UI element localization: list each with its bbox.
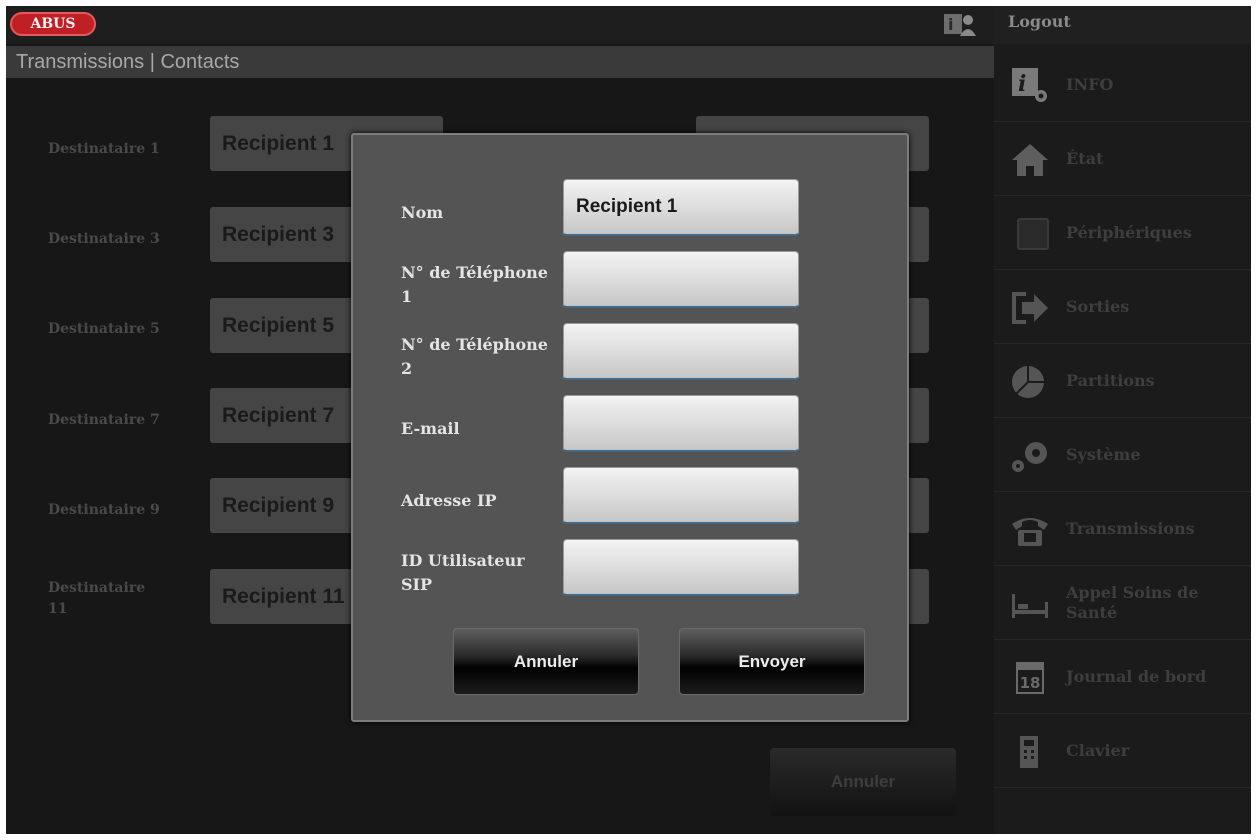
sidebar-item-label: Système xyxy=(1066,445,1141,464)
sidebar-item-info[interactable]: i INFO xyxy=(994,48,1251,122)
sidebar-item-label: Clavier xyxy=(1066,741,1130,760)
keypad-icon xyxy=(1020,736,1038,768)
recipient-label: Destinataire 9 xyxy=(48,502,160,518)
phone2-input[interactable] xyxy=(563,323,799,380)
calendar-day: 18 xyxy=(1020,674,1041,692)
ip-address-label: Adresse IP xyxy=(401,491,497,510)
send-button[interactable]: Envoyer xyxy=(679,628,865,695)
sidebar-item-sorties[interactable]: Sorties xyxy=(994,270,1251,344)
svg-text:i: i xyxy=(948,15,953,34)
sidebar-item-etat[interactable]: État xyxy=(994,122,1251,196)
sidebar-item-label: État xyxy=(1066,149,1104,168)
sip-user-id-input[interactable] xyxy=(563,539,799,596)
logout-button[interactable]: Logout xyxy=(994,6,1251,44)
sidebar-menu: i INFO État Périphériques Sorties Partit… xyxy=(994,44,1251,834)
email-input[interactable] xyxy=(563,395,799,452)
device-square-icon xyxy=(1017,218,1049,250)
name-label: Nom xyxy=(401,203,444,222)
abus-logo: ABUS xyxy=(10,12,96,36)
ip-address-input[interactable] xyxy=(563,467,799,524)
users-icon[interactable]: i xyxy=(944,12,978,36)
breadcrumb: Transmissions | Contacts xyxy=(6,46,994,78)
gears-icon xyxy=(1012,442,1047,472)
name-input[interactable] xyxy=(563,179,799,236)
partition-pie-icon xyxy=(1012,366,1044,398)
recipient-label: Destinataire 1 xyxy=(48,141,160,157)
recipient-label: Destinataire 7 xyxy=(48,412,160,428)
background-cancel-button[interactable]: Annuler xyxy=(770,748,956,816)
email-label: E-mail xyxy=(401,419,460,438)
sidebar-item-transmissions[interactable]: Transmissions xyxy=(994,492,1251,566)
recipient-label: Destinataire 5 xyxy=(48,321,160,337)
svg-text:i: i xyxy=(1018,71,1026,97)
sidebar-item-label: Sorties xyxy=(1066,297,1130,316)
sip-user-id-label: ID Utilisateur SIP xyxy=(401,551,525,594)
app-frame: ABUS i Logout Transmissions | Contacts D… xyxy=(6,6,1251,834)
sidebar-item-label: Partitions xyxy=(1066,371,1155,390)
telephone-icon xyxy=(1012,518,1048,546)
sidebar-item-journal[interactable]: 18 Journal de bord xyxy=(994,640,1251,714)
recipient-label: Destinataire 3 xyxy=(48,231,160,247)
calendar-icon: 18 xyxy=(1016,662,1044,694)
sidebar-item-label: Transmissions xyxy=(1066,519,1195,538)
top-bar: ABUS i xyxy=(6,6,994,44)
sidebar-item-partitions[interactable]: Partitions xyxy=(994,344,1251,418)
sidebar-item-peripheriques[interactable]: Périphériques xyxy=(994,196,1251,270)
phone2-label: N° de Téléphone 2 xyxy=(401,335,548,378)
house-icon xyxy=(1012,144,1048,176)
contact-edit-dialog: Nom N° de Téléphone 1 N° de Téléphone 2 … xyxy=(351,133,909,722)
info-settings-icon: i xyxy=(1012,68,1047,102)
sidebar-item-label: INFO xyxy=(1066,75,1114,94)
bed-icon xyxy=(1012,594,1048,618)
sidebar-item-label: Journal de bord xyxy=(1066,667,1207,686)
recipient-label: Destinataire 11 xyxy=(48,580,146,617)
sidebar-item-systeme[interactable]: Système xyxy=(994,418,1251,492)
sidebar-item-label: Appel Soins de Santé xyxy=(1066,583,1199,622)
phone1-label: N° de Téléphone 1 xyxy=(401,263,548,306)
phone1-input[interactable] xyxy=(563,251,799,308)
sidebar-item-clavier[interactable]: Clavier xyxy=(994,714,1251,788)
cancel-button[interactable]: Annuler xyxy=(453,628,639,695)
sidebar-item-label: Périphériques xyxy=(1066,223,1192,242)
sidebar-item-appel-soins[interactable]: Appel Soins de Santé xyxy=(994,566,1251,640)
output-arrow-icon xyxy=(1012,292,1048,324)
